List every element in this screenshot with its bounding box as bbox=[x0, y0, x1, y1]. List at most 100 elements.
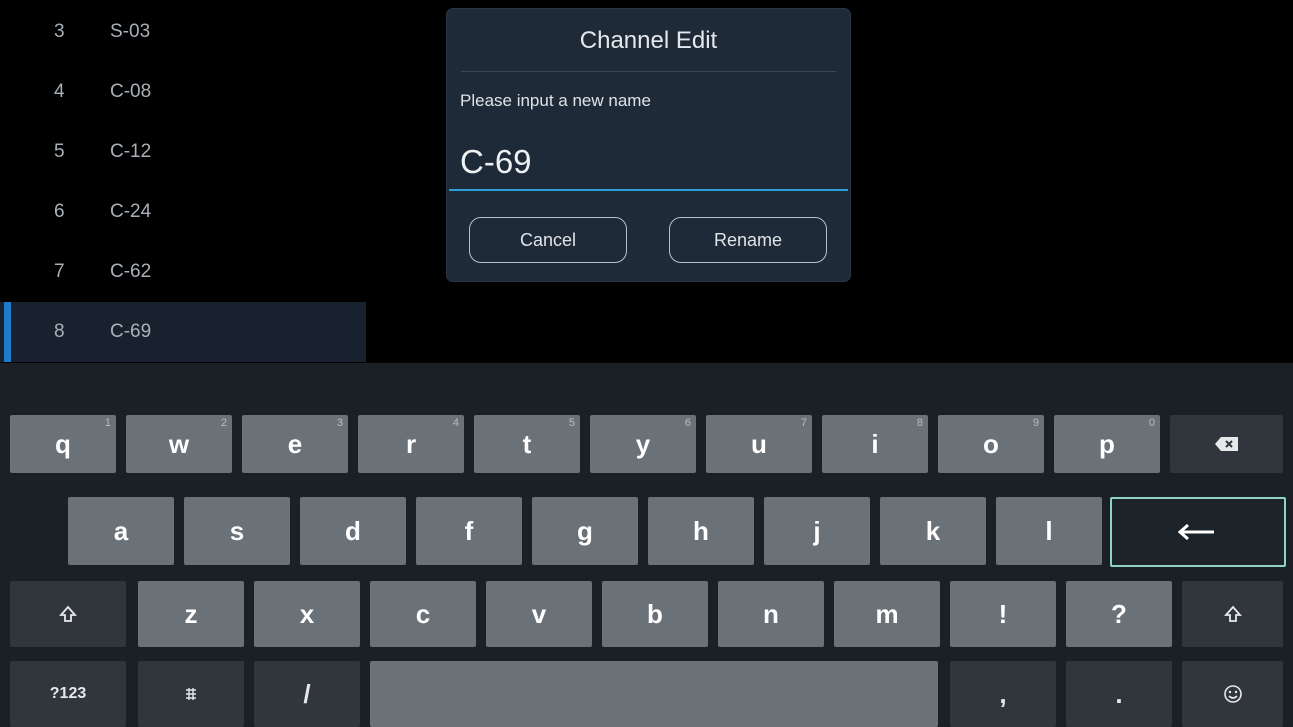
key-n[interactable]: n bbox=[718, 581, 824, 647]
channel-edit-dialog: Channel Edit Please input a new name Can… bbox=[447, 9, 850, 281]
key-label: g bbox=[577, 515, 593, 546]
key-label: w bbox=[168, 428, 190, 459]
channel-name: C-08 bbox=[110, 81, 152, 102]
rename-button[interactable]: Rename bbox=[669, 217, 827, 263]
key-h[interactable]: h bbox=[648, 497, 754, 565]
channel-row[interactable]: 3 S-03 bbox=[0, 2, 366, 62]
channel-number: 7 bbox=[54, 261, 65, 282]
key-label: , bbox=[999, 678, 1007, 709]
channel-number: 5 bbox=[54, 141, 65, 162]
slash-key[interactable]: / bbox=[254, 661, 360, 727]
key-hint: 1 bbox=[104, 417, 111, 429]
key-x[interactable]: x bbox=[254, 581, 360, 647]
shift-key-left[interactable] bbox=[10, 581, 126, 647]
key-hint: 5 bbox=[568, 417, 575, 429]
dialog-prompt: Please input a new name bbox=[460, 91, 651, 110]
comma-key[interactable]: , bbox=[950, 661, 1056, 727]
shift-key-right[interactable] bbox=[1182, 581, 1283, 647]
channel-row[interactable]: 7 C-62 bbox=[0, 242, 366, 302]
key-v[interactable]: v bbox=[486, 581, 592, 647]
channel-number: 3 bbox=[54, 21, 65, 42]
key-p[interactable]: p 0 bbox=[1054, 415, 1160, 473]
period-key[interactable]: . bbox=[1066, 661, 1172, 727]
space-bar[interactable] bbox=[370, 661, 938, 727]
channel-row-selected[interactable]: 8 C-69 bbox=[0, 302, 366, 362]
key-label: ?123 bbox=[49, 685, 87, 702]
key-label: p bbox=[1099, 428, 1115, 459]
key-label: q bbox=[55, 428, 71, 459]
key-hint: 3 bbox=[336, 417, 343, 429]
key-u[interactable]: u 7 bbox=[706, 415, 812, 473]
key-e[interactable]: e 3 bbox=[242, 415, 348, 473]
key-label: k bbox=[925, 515, 941, 546]
channel-number: 8 bbox=[54, 321, 65, 342]
key-label: j bbox=[813, 515, 821, 546]
key-i[interactable]: i 8 bbox=[822, 415, 928, 473]
key-question[interactable]: ? bbox=[1066, 581, 1172, 647]
key-label: t bbox=[522, 428, 532, 459]
key-t[interactable]: t 5 bbox=[474, 415, 580, 473]
key-f[interactable]: f bbox=[416, 497, 522, 565]
key-label: / bbox=[303, 678, 311, 709]
key-hint: 4 bbox=[452, 417, 459, 429]
key-y[interactable]: y 6 bbox=[590, 415, 696, 473]
key-hint: 0 bbox=[1148, 417, 1155, 429]
key-s[interactable]: s bbox=[184, 497, 290, 565]
channel-name: C-12 bbox=[110, 141, 152, 162]
channel-number: 6 bbox=[54, 201, 65, 222]
key-o[interactable]: o 9 bbox=[938, 415, 1044, 473]
backspace-icon bbox=[1214, 437, 1238, 451]
keyboard-settings-key[interactable] bbox=[138, 661, 244, 727]
key-label: v bbox=[531, 598, 547, 629]
enter-key[interactable] bbox=[1110, 497, 1286, 567]
channel-row[interactable]: 5 C-12 bbox=[0, 122, 366, 182]
key-r[interactable]: r 4 bbox=[358, 415, 464, 473]
key-d[interactable]: d bbox=[300, 497, 406, 565]
shift-arrow-icon bbox=[1223, 605, 1242, 622]
key-label: u bbox=[751, 428, 767, 459]
key-label: i bbox=[871, 428, 879, 459]
channel-row[interactable]: 6 C-24 bbox=[0, 182, 366, 242]
key-g[interactable]: g bbox=[532, 497, 638, 565]
cancel-button[interactable]: Cancel bbox=[469, 217, 627, 263]
shift-arrow-icon bbox=[59, 605, 77, 622]
key-label: s bbox=[229, 515, 245, 546]
channel-name: C-24 bbox=[110, 201, 152, 222]
key-j[interactable]: j bbox=[764, 497, 870, 565]
key-k[interactable]: k bbox=[880, 497, 986, 565]
key-label: n bbox=[763, 598, 779, 629]
channel-row[interactable]: 4 C-08 bbox=[0, 62, 366, 122]
key-a[interactable]: a bbox=[68, 497, 174, 565]
enter-arrow-icon bbox=[1178, 524, 1214, 540]
key-exclamation[interactable]: ! bbox=[950, 581, 1056, 647]
keyboard-settings-icon bbox=[186, 688, 196, 700]
key-label: l bbox=[1045, 515, 1053, 546]
key-label: h bbox=[693, 515, 709, 546]
key-label: a bbox=[113, 515, 129, 546]
key-z[interactable]: z bbox=[138, 581, 244, 647]
key-label: . bbox=[1115, 678, 1123, 709]
channel-name: C-62 bbox=[110, 261, 152, 282]
emoji-key[interactable] bbox=[1182, 661, 1283, 727]
key-w[interactable]: w 2 bbox=[126, 415, 232, 473]
backspace-key[interactable] bbox=[1170, 415, 1283, 473]
key-label: y bbox=[635, 428, 651, 459]
key-c[interactable]: c bbox=[370, 581, 476, 647]
title-divider bbox=[461, 71, 836, 72]
key-label: x bbox=[299, 598, 315, 629]
key-label: ? bbox=[1111, 598, 1127, 629]
dialog-title: Channel Edit bbox=[579, 27, 718, 54]
channel-name: C-69 bbox=[110, 321, 152, 342]
key-m[interactable]: m bbox=[834, 581, 940, 647]
key-label: r bbox=[405, 428, 417, 459]
selection-indicator bbox=[4, 302, 11, 362]
key-hint: 7 bbox=[800, 417, 807, 429]
key-hint: 9 bbox=[1032, 417, 1039, 429]
channel-name: S-03 bbox=[110, 21, 151, 42]
key-b[interactable]: b bbox=[602, 581, 708, 647]
key-label: m bbox=[875, 598, 899, 629]
key-q[interactable]: q 1 bbox=[10, 415, 116, 473]
channel-name-input[interactable] bbox=[449, 129, 848, 191]
key-l[interactable]: l bbox=[996, 497, 1102, 565]
symbols-key[interactable]: ?123 bbox=[10, 661, 126, 727]
